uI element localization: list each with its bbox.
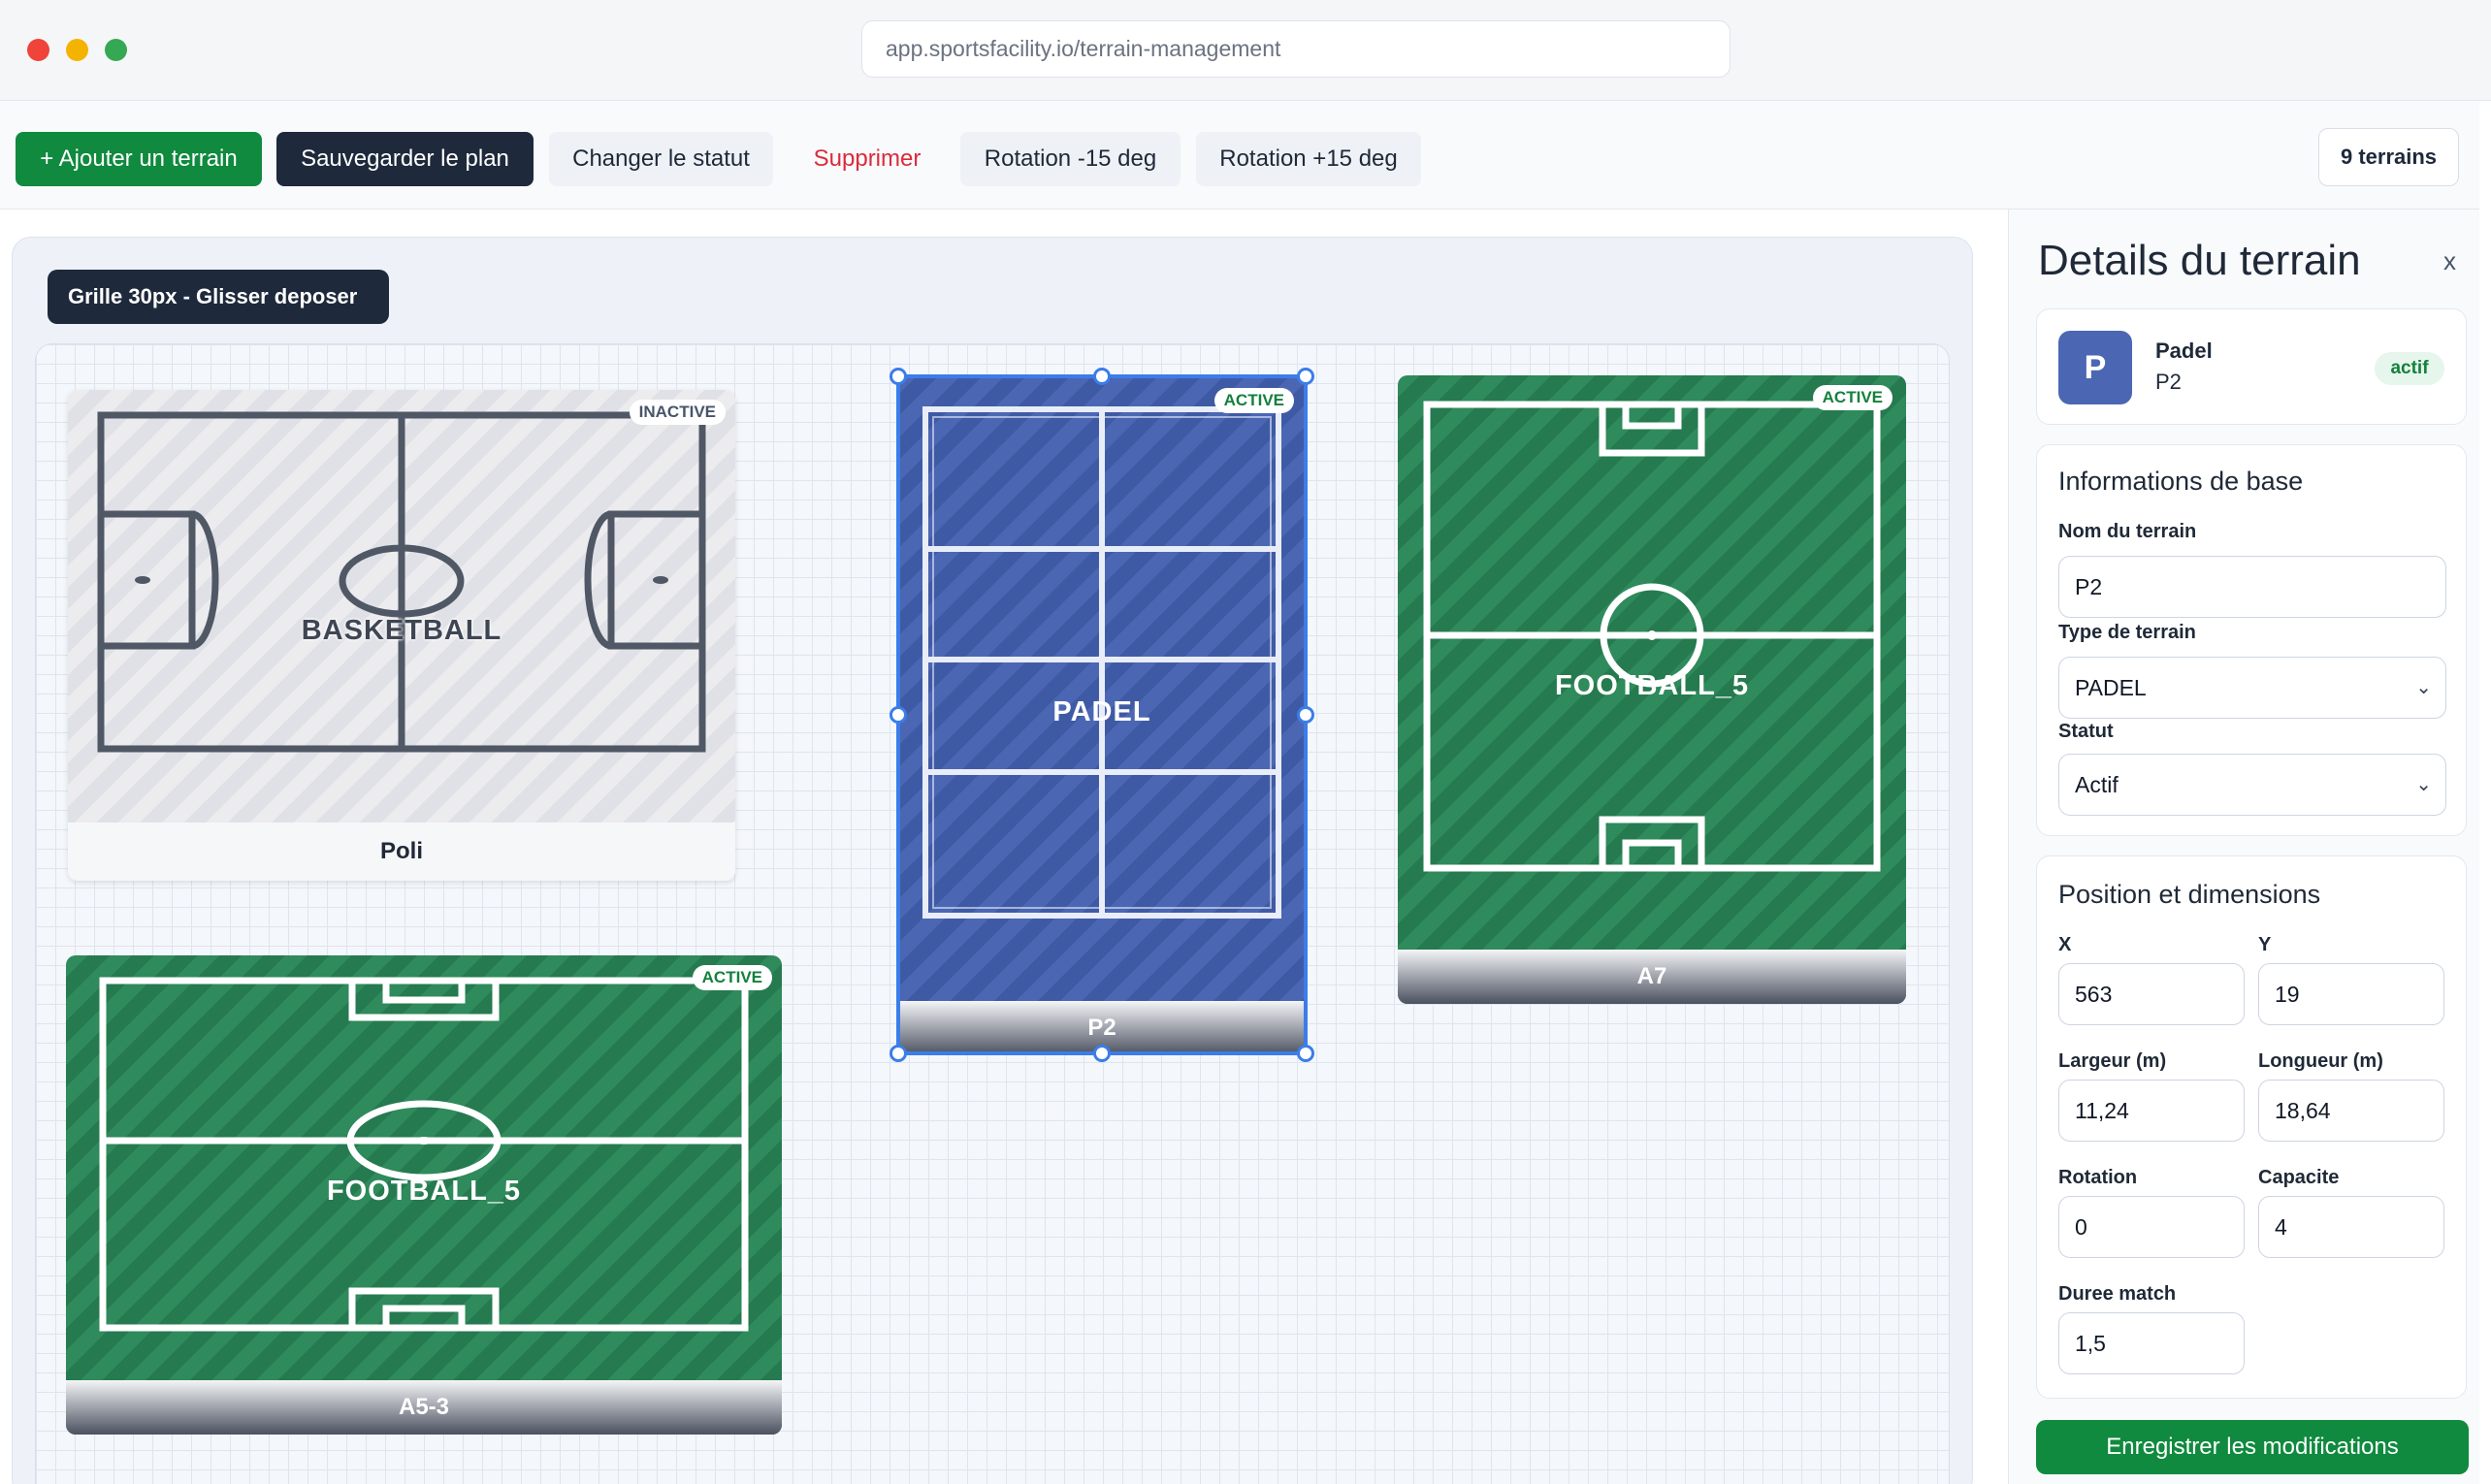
- position-card: Position et dimensions X Y 563 19 Largeu…: [2036, 855, 2467, 1399]
- width-input[interactable]: 11,24: [2058, 1080, 2245, 1142]
- chevron-down-icon: ⌄: [2415, 677, 2432, 698]
- field-label: Largeur (m): [2058, 1050, 2167, 1072]
- basic-info-card: Informations de base Nom du terrain P2 T…: [2036, 444, 2467, 836]
- resize-handle-bottom-left[interactable]: [890, 1045, 907, 1062]
- court-type-label: PADEL: [1052, 696, 1151, 727]
- status-select[interactable]: Actif ⌄: [2058, 754, 2446, 816]
- resize-handle-bottom[interactable]: [1093, 1045, 1111, 1062]
- terrain-name-input[interactable]: P2: [2058, 556, 2446, 618]
- terrain-type-select[interactable]: PADEL ⌄: [2058, 657, 2446, 719]
- change-status-button[interactable]: Changer le statut: [549, 132, 773, 186]
- basketball-court-lines: [97, 411, 706, 753]
- field-label: X: [2058, 934, 2072, 955]
- resize-handle-right[interactable]: [1297, 706, 1314, 724]
- panel-title: Details du terrain: [2038, 237, 2361, 284]
- status-badge: ACTIVE: [1213, 388, 1294, 413]
- field-label: Capacite: [2258, 1167, 2340, 1188]
- court-type-label: FOOTBALL_5: [1554, 670, 1750, 701]
- status-badge: ACTIVE: [692, 965, 772, 990]
- grid-mode-badge: Grille 30px - Glisser deposer: [48, 270, 389, 324]
- toolbar: + Ajouter un terrain Sauvegarder le plan…: [0, 101, 2479, 210]
- y-input[interactable]: 19: [2258, 963, 2444, 1025]
- save-plan-button[interactable]: Sauvegarder le plan: [276, 132, 534, 186]
- football-court-lines: [99, 977, 749, 1332]
- rotate-minus-button[interactable]: Rotation -15 deg: [960, 132, 1181, 186]
- match-duration-input[interactable]: 1,5: [2058, 1312, 2245, 1374]
- capacity-input[interactable]: 4: [2258, 1196, 2444, 1258]
- field-label: Statut: [2058, 721, 2114, 742]
- close-icon[interactable]: x: [2443, 246, 2456, 276]
- field-label: Longueur (m): [2258, 1050, 2383, 1072]
- court-name-label: A7: [1398, 950, 1906, 1004]
- field-label: Type de terrain: [2058, 622, 2196, 643]
- resize-handle-top[interactable]: [1093, 368, 1111, 385]
- resize-handle-left[interactable]: [890, 706, 907, 724]
- terrain-avatar: P: [2058, 331, 2132, 404]
- court-card-p2[interactable]: ACTIVE PADEL P2: [896, 374, 1308, 1055]
- window-maximize-dot[interactable]: [105, 39, 127, 61]
- resize-handle-bottom-right[interactable]: [1297, 1045, 1314, 1062]
- court-type-label: BASKETBALL: [301, 615, 502, 646]
- field-label: Duree match: [2058, 1283, 2177, 1305]
- terrain-count-badge: 9 terrains: [2318, 128, 2459, 186]
- field-label: Rotation: [2058, 1167, 2138, 1188]
- add-terrain-button[interactable]: + Ajouter un terrain: [16, 132, 262, 186]
- rotate-plus-button[interactable]: Rotation +15 deg: [1196, 132, 1421, 186]
- window-minimize-dot[interactable]: [66, 39, 88, 61]
- x-input[interactable]: 563: [2058, 963, 2245, 1025]
- terrain-summary-card: P Padel P2 actif: [2036, 308, 2467, 425]
- details-panel: Details du terrain x P Padel P2 actif In…: [2008, 210, 2479, 1484]
- length-input[interactable]: 18,64: [2258, 1080, 2444, 1142]
- select-value: PADEL: [2075, 675, 2147, 700]
- status-badge: ACTIVE: [1812, 385, 1893, 410]
- court-name-label: A5-3: [66, 1380, 782, 1435]
- football-court-lines: [1423, 401, 1881, 872]
- rotation-input[interactable]: 0: [2058, 1196, 2245, 1258]
- resize-handle-top-left[interactable]: [890, 368, 907, 385]
- court-card-poli[interactable]: INACTIVE BASKETBALL Poli: [68, 390, 735, 881]
- padel-court-lines: [922, 406, 1281, 919]
- select-value: Actif: [2075, 772, 2119, 797]
- court-type-label: FOOTBALL_5: [326, 1176, 522, 1207]
- field-label: Y: [2258, 934, 2272, 955]
- court-card-a5-3[interactable]: ACTIVE FOOTBALL_5 A5-3: [66, 955, 782, 1435]
- window-close-dot[interactable]: [27, 39, 49, 61]
- delete-button[interactable]: Supprimer: [791, 132, 944, 186]
- field-label: Nom du terrain: [2058, 521, 2197, 542]
- summary-type: Padel: [2155, 339, 2213, 363]
- section-title-basic: Informations de base: [2058, 467, 2304, 496]
- browser-chrome: app.sportsfacility.io/terrain-management: [0, 0, 2491, 101]
- chevron-down-icon: ⌄: [2415, 774, 2432, 795]
- section-title-position: Position et dimensions: [2058, 880, 2321, 909]
- save-changes-button[interactable]: Enregistrer les modifications: [2036, 1420, 2469, 1474]
- resize-handle-top-right[interactable]: [1297, 368, 1314, 385]
- court-name-label: Poli: [68, 823, 735, 881]
- status-pill: actif: [2375, 352, 2444, 385]
- address-bar[interactable]: app.sportsfacility.io/terrain-management: [861, 20, 1731, 78]
- status-badge: INACTIVE: [629, 400, 726, 425]
- summary-name: P2: [2155, 370, 2182, 394]
- court-card-a7[interactable]: ACTIVE FOOTBALL_5 A7: [1398, 375, 1906, 1004]
